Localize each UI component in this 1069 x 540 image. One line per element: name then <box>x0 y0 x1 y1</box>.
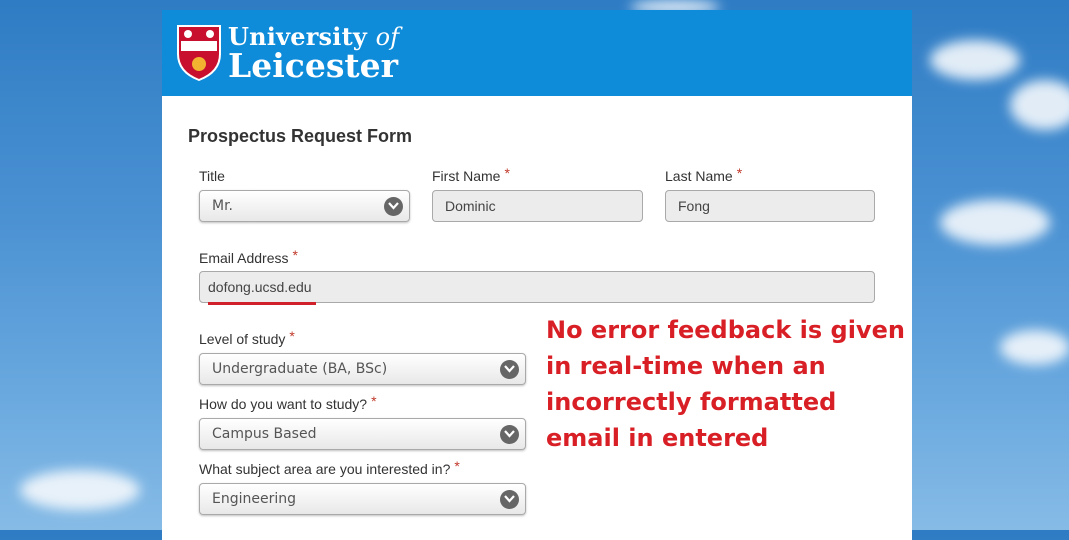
required-marker: * <box>292 247 298 263</box>
first-name-label: First Name * <box>432 165 510 184</box>
university-crest-logo <box>177 25 221 82</box>
chevron-down-icon <box>500 425 519 444</box>
subject-area-select[interactable]: Engineering <box>199 483 526 515</box>
cloud <box>1010 80 1069 130</box>
required-marker: * <box>454 458 460 474</box>
cloud <box>940 200 1050 245</box>
level-of-study-label: Level of study * <box>199 328 295 347</box>
logo-text-leicester: Leicester <box>228 46 399 85</box>
first-name-value: Dominic <box>445 198 496 214</box>
last-name-label: Last Name * <box>665 165 743 184</box>
required-marker: * <box>504 165 510 181</box>
site-header: University of Leicester <box>162 10 912 96</box>
chevron-down-icon <box>500 490 519 509</box>
email-field[interactable]: dofong.ucsd.edu <box>199 271 875 305</box>
email-label: Email Address * <box>199 247 298 266</box>
form-title: Prospectus Request Form <box>188 126 413 146</box>
level-of-study-value: Undergraduate (BA, BSc) <box>212 361 388 377</box>
required-marker: * <box>736 165 743 181</box>
title-label: Title <box>199 168 225 184</box>
email-value: dofong.ucsd.edu <box>208 272 316 305</box>
highlight-underline <box>208 302 316 305</box>
study-mode-value: Campus Based <box>212 426 317 442</box>
study-mode-select[interactable]: Campus Based <box>199 418 526 450</box>
title-select-value: Mr. <box>212 198 233 214</box>
next-field-label-cutoff: * <box>199 524 359 530</box>
chevron-down-icon <box>384 197 403 216</box>
form-panel: University of Leicester Prospectus Reque… <box>162 10 912 540</box>
subject-area-label: What subject area are you interested in?… <box>199 458 460 477</box>
cloud <box>930 40 1020 80</box>
required-marker: * <box>358 524 359 530</box>
first-name-field[interactable]: Dominic <box>432 190 643 222</box>
cloud <box>1000 330 1069 365</box>
subject-area-value: Engineering <box>212 491 296 507</box>
annotation-callout: No error feedback is given in real-time … <box>546 316 905 452</box>
required-marker: * <box>289 328 295 344</box>
cloud <box>20 470 140 510</box>
required-marker: * <box>371 393 377 409</box>
last-name-field[interactable]: Fong <box>665 190 875 222</box>
level-of-study-select[interactable]: Undergraduate (BA, BSc) <box>199 353 526 385</box>
study-mode-label: How do you want to study? * <box>199 393 377 412</box>
title-select[interactable]: Mr. <box>199 190 410 222</box>
last-name-value: Fong <box>678 198 710 214</box>
chevron-down-icon <box>500 360 519 379</box>
